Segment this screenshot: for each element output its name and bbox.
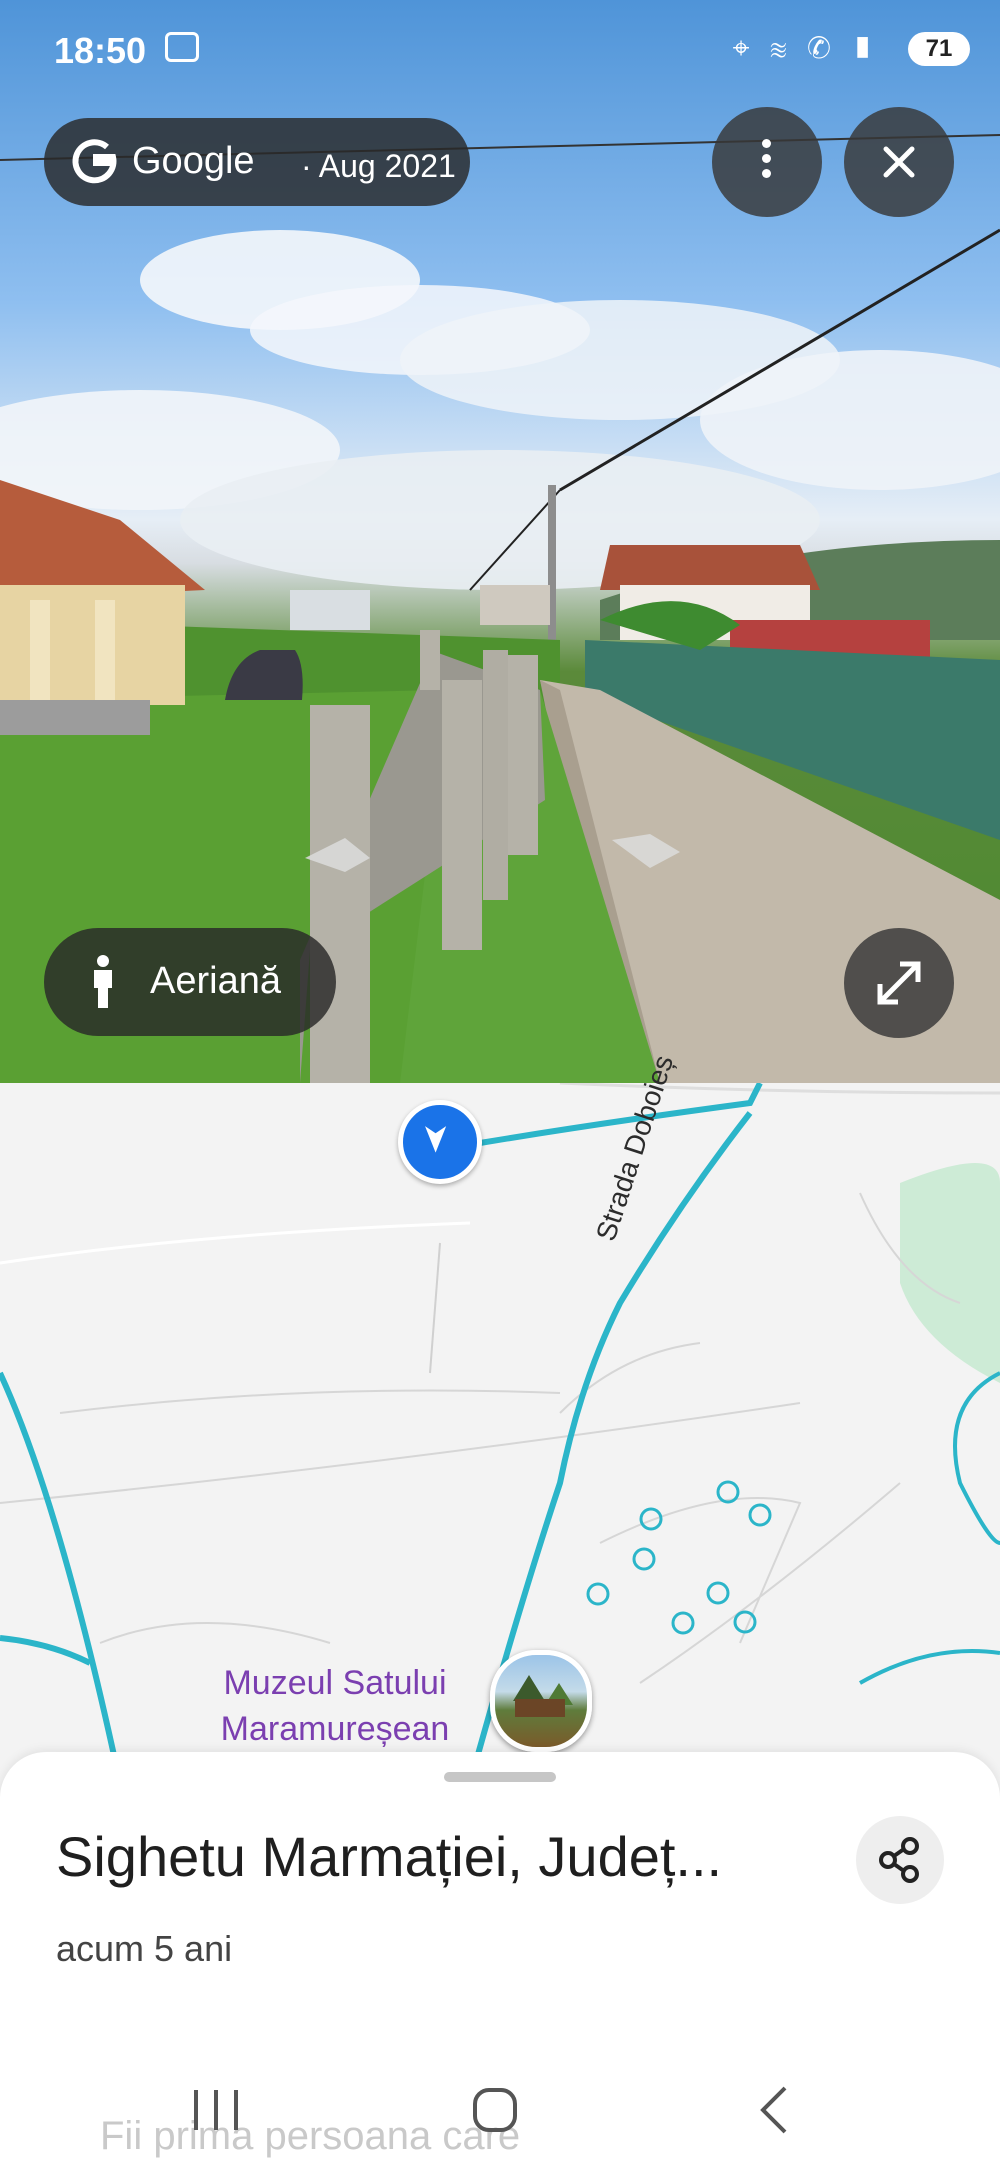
- imagery-date: · Aug 2021: [301, 148, 456, 184]
- poi-name-line2: Maramureșean: [220, 1710, 450, 1748]
- recent-apps-icon[interactable]: [176, 2080, 256, 2140]
- share-icon: [879, 1837, 919, 1883]
- poi-photo-thumbnail[interactable]: [490, 1650, 592, 1752]
- navigation-arrow-icon: [425, 1126, 447, 1153]
- more-vert-icon: [762, 139, 772, 184]
- close-button[interactable]: [844, 107, 954, 217]
- back-icon[interactable]: [735, 2080, 815, 2140]
- pegman-icon: [94, 955, 112, 1008]
- poi-label[interactable]: Muzeul Satului Maramureșean: [200, 1660, 470, 1752]
- aerial-view-button[interactable]: Aeriană: [44, 928, 336, 1036]
- home-icon[interactable]: [455, 2080, 535, 2140]
- aerial-view-label: Aeriană: [150, 960, 281, 1002]
- brand-label: Google: [132, 140, 255, 182]
- drag-handle[interactable]: [444, 1772, 556, 1782]
- place-title: Sighetu Marmației, Județ...: [56, 1825, 723, 1888]
- battery-indicator: 71: [908, 32, 970, 66]
- street-view-panorama[interactable]: 18:50 ⌖ ≋ ✆ ▮ 71 Google · Aug 2021 Aeria…: [0, 0, 1000, 1083]
- expand-icon: [877, 961, 921, 1005]
- poi-name-line1: Muzeul Satului: [223, 1664, 447, 1702]
- screenshot-icon: [165, 32, 199, 62]
- google-g-icon: [72, 139, 117, 184]
- system-nav-bar: [0, 2060, 1000, 2160]
- poi-photo: [513, 1675, 573, 1717]
- status-time: 18:50: [54, 30, 147, 71]
- status-icons: ⌖ ≋ ✆ ▮: [732, 32, 880, 65]
- fullscreen-button[interactable]: [844, 928, 954, 1038]
- imagery-date-pill: Google · Aug 2021: [44, 118, 470, 206]
- location-marker[interactable]: [398, 1100, 482, 1184]
- more-options-button[interactable]: [712, 107, 822, 217]
- app-root: 18:50 ⌖ ≋ ✆ ▮ 71 Google · Aug 2021 Aeria…: [0, 0, 1000, 2167]
- capture-age: acum 5 ani: [56, 1928, 233, 1969]
- status-bar: 18:50 ⌖ ≋ ✆ ▮ 71: [0, 0, 1000, 100]
- share-button[interactable]: [856, 1816, 944, 1904]
- close-icon: [883, 146, 915, 178]
